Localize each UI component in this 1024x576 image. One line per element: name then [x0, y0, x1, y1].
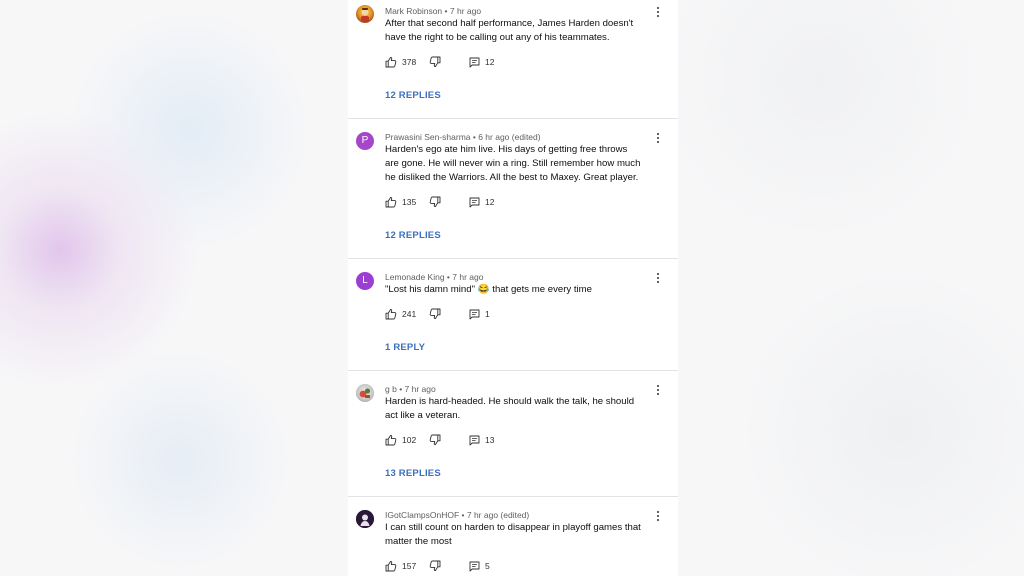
reply-count: 1 [485, 309, 490, 319]
comment-text: After that second half performance, Jame… [385, 18, 634, 43]
more-vert-icon[interactable] [650, 270, 666, 286]
comment-icon [469, 197, 480, 208]
like-button[interactable]: 135 [385, 195, 416, 209]
view-replies-link[interactable]: 13 REPLIES [385, 468, 441, 479]
like-button[interactable]: 102 [385, 433, 416, 447]
meta-separator: • [459, 510, 467, 520]
comment-author[interactable]: g b [385, 384, 397, 394]
divider [348, 370, 678, 371]
dislike-button[interactable] [429, 307, 441, 321]
thumbs-down-icon [429, 308, 441, 320]
comment-text: "Lost his damn mind" 😂 that gets me ever… [385, 284, 592, 295]
divider [348, 258, 678, 259]
reply-button[interactable]: 1 [469, 307, 490, 321]
like-count: 241 [402, 309, 417, 319]
thumbs-up-icon [385, 196, 397, 208]
comment-time: 6 hr ago (edited) [478, 132, 541, 142]
avatar[interactable]: L [356, 272, 374, 290]
dislike-button[interactable] [429, 559, 441, 573]
reply-count: 12 [485, 57, 495, 67]
thumbs-up-icon [385, 560, 397, 572]
comment-meta: Prawasini Sen-sharma • 6 hr ago (edited) [385, 132, 541, 142]
like-count: 135 [402, 197, 417, 207]
like-button[interactable]: 378 [385, 55, 416, 69]
divider [348, 496, 678, 497]
dislike-button[interactable] [429, 55, 441, 69]
more-vert-icon[interactable] [650, 4, 666, 20]
thumbs-down-icon [429, 56, 441, 68]
comment-icon [469, 435, 480, 446]
like-button[interactable]: 157 [385, 559, 416, 573]
reply-count: 13 [485, 435, 495, 445]
comment-meta: g b • 7 hr ago [385, 384, 436, 394]
like-button[interactable]: 241 [385, 307, 416, 321]
thumbs-down-icon [429, 434, 441, 446]
reply-button[interactable]: 12 [469, 55, 494, 69]
comment-time: 7 hr ago (edited) [466, 510, 530, 520]
comment-author[interactable]: Lemonade King [385, 272, 445, 282]
comment-author[interactable]: Prawasini Sen-sharma [385, 132, 471, 142]
view-replies-link[interactable]: 12 REPLIES [385, 230, 441, 241]
comment-meta: Mark Robinson • 7 hr ago [385, 6, 481, 16]
comment-text: Harden's ego ate him live. His days of g… [385, 144, 641, 183]
like-count: 378 [402, 57, 417, 67]
thumbs-down-icon [429, 196, 441, 208]
avatar[interactable] [356, 384, 374, 402]
reply-button[interactable]: 5 [469, 559, 490, 573]
reply-count: 5 [485, 561, 490, 571]
reply-button[interactable]: 13 [469, 433, 494, 447]
comment-time: 7 hr ago [404, 384, 436, 394]
comment-author[interactable]: IGotClampsOnHOF [385, 510, 459, 520]
comment-time: 7 hr ago [452, 272, 484, 282]
view-replies-link[interactable]: 12 REPLIES [385, 90, 441, 101]
thumbs-down-icon [429, 560, 441, 572]
like-count: 157 [402, 561, 417, 571]
dislike-button[interactable] [429, 195, 441, 209]
comment-meta: IGotClampsOnHOF • 7 hr ago (edited) [385, 510, 529, 520]
thumbs-up-icon [385, 308, 397, 320]
comment-time: 7 hr ago [449, 6, 482, 16]
meta-separator: • [442, 6, 450, 16]
thumbs-up-icon [385, 434, 397, 446]
comment-text: I can still count on harden to disappear… [385, 522, 641, 547]
comment-icon [469, 561, 480, 572]
comment-meta: Lemonade King • 7 hr ago [385, 272, 483, 282]
like-count: 102 [402, 435, 417, 445]
reply-button[interactable]: 12 [469, 195, 494, 209]
dislike-button[interactable] [429, 433, 441, 447]
comment-icon [469, 57, 480, 68]
reply-count: 12 [485, 197, 495, 207]
more-vert-icon[interactable] [650, 382, 666, 398]
comments-panel: Mark Robinson • 7 hr ago After that seco… [348, 0, 678, 576]
avatar[interactable] [356, 510, 374, 528]
view-replies-link[interactable]: 1 REPLY [385, 342, 425, 353]
divider [348, 118, 678, 119]
comment-icon [469, 309, 480, 320]
more-vert-icon[interactable] [650, 130, 666, 146]
avatar[interactable]: P [356, 132, 374, 150]
meta-separator: • [396, 384, 405, 394]
comment-author[interactable]: Mark Robinson [385, 6, 442, 16]
more-vert-icon[interactable] [650, 508, 666, 524]
comment-text: Harden is hard-headed. He should walk th… [385, 396, 635, 421]
thumbs-up-icon [385, 56, 397, 68]
avatar[interactable] [356, 5, 374, 23]
